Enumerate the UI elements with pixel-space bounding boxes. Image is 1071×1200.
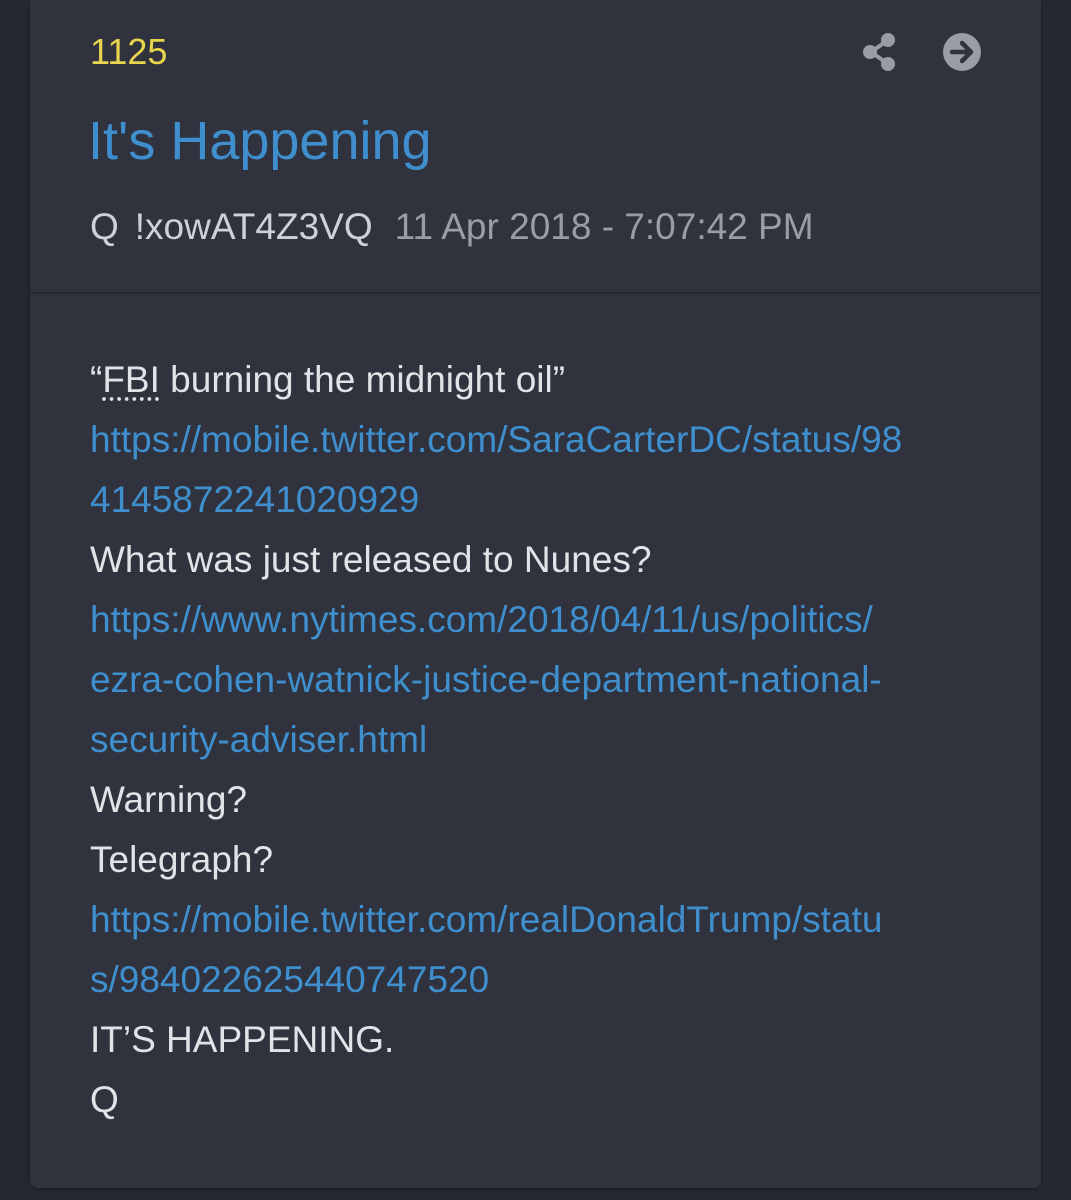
body-text-line: Warning? [90, 779, 247, 820]
goto-post-button[interactable] [940, 30, 984, 74]
quote-open: “ [90, 359, 103, 400]
nytimes-link-cont[interactable]: ezra-cohen-watnick-justice-department-na… [90, 650, 990, 710]
post-body: “FBI burning the midnight oil” https://m… [90, 350, 990, 1130]
share-icon [863, 33, 895, 71]
post-number: 1125 [90, 31, 168, 72]
signature: Q [90, 1079, 119, 1120]
post-meta: Q !xowAT4Z3VQ 11 Apr 2018 - 7:07:42 PM [90, 205, 814, 249]
post-card: 1125 It's Happening Q !xowAT4Z3VQ 11 Apr 2… [30, 0, 1041, 1188]
quote-line: “FBI burning the midnight oil” [90, 350, 990, 410]
arrow-right-circle-icon [943, 33, 981, 71]
tripcode: !xowAT4Z3VQ [134, 206, 373, 247]
author-name: Q [90, 206, 119, 247]
nytimes-link-cont[interactable]: security-adviser.html [90, 710, 990, 770]
twitter-link-sara-carter-cont[interactable]: 4145872241020929 [90, 470, 990, 530]
body-text-line: What was just released to Nunes? [90, 539, 652, 580]
fbi-abbreviation: FBI [102, 359, 160, 400]
twitter-link-sara-carter[interactable]: https://mobile.twitter.com/SaraCarterDC/… [90, 410, 990, 470]
post-timestamp: 11 Apr 2018 - 7:07:42 PM [394, 206, 814, 247]
post-header: 1125 It's Happening Q !xowAT4Z3VQ 11 Apr 2… [30, 0, 1041, 294]
twitter-link-trump[interactable]: https://mobile.twitter.com/realDonaldTru… [90, 890, 990, 950]
body-text-line: IT’S HAPPENING. [90, 1019, 395, 1060]
post-title[interactable]: It's Happening [88, 108, 432, 174]
share-button[interactable] [858, 30, 902, 74]
quote-rest: burning the midnight oil” [159, 359, 566, 400]
twitter-link-trump-cont[interactable]: s/984022625440747520 [90, 950, 990, 1010]
nytimes-link[interactable]: https://www.nytimes.com/2018/04/11/us/po… [90, 590, 990, 650]
body-text-line: Telegraph? [90, 839, 274, 880]
